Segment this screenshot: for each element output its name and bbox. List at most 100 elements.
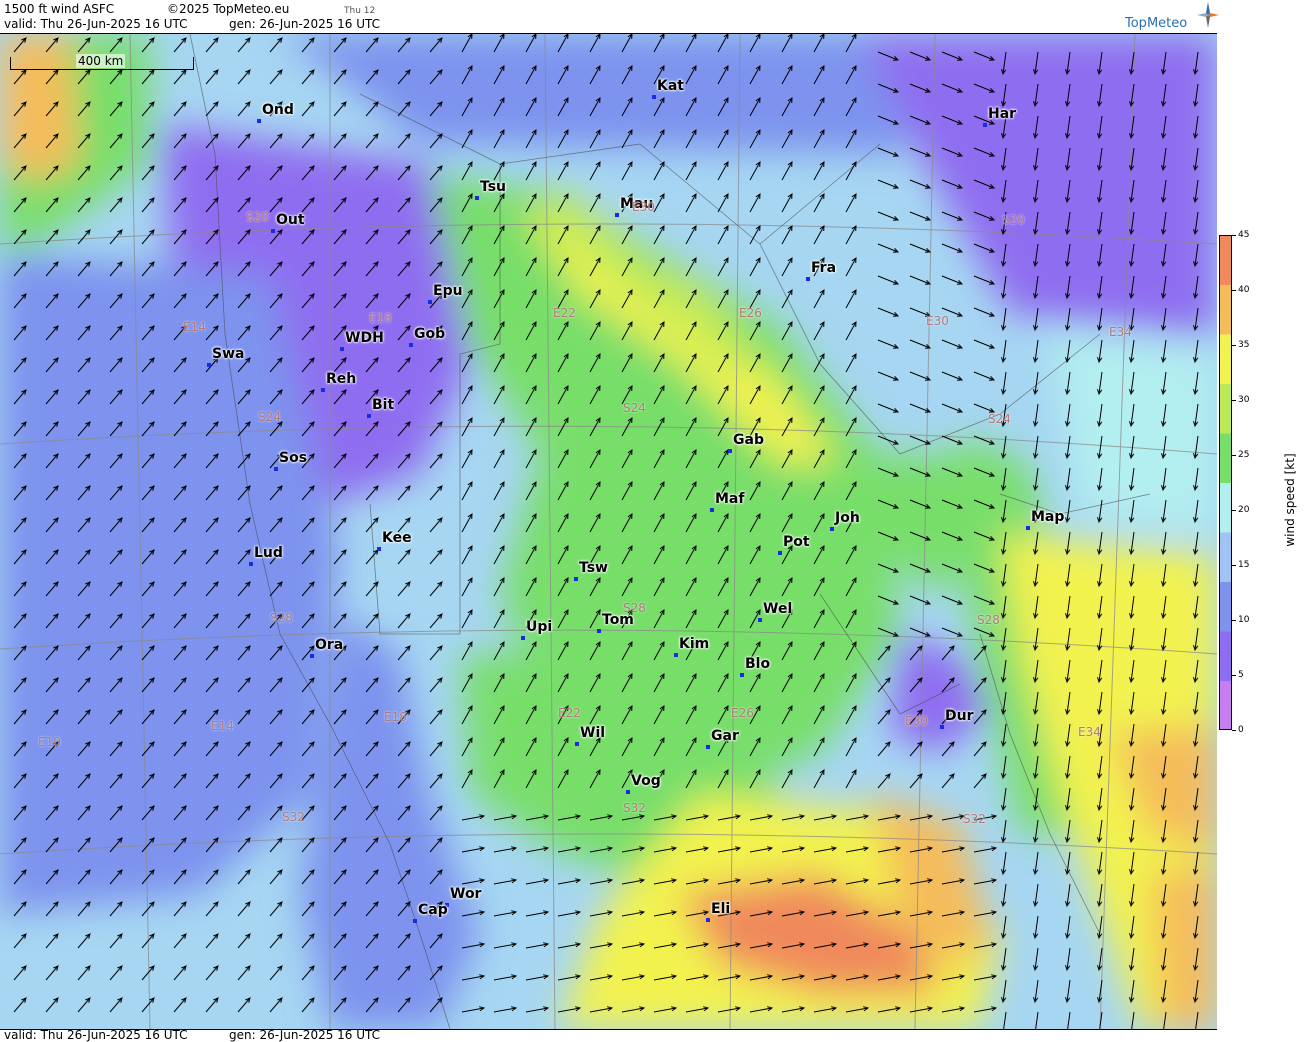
station-marker[interactable]: [706, 918, 710, 922]
graticule-label: E30: [926, 314, 949, 328]
station-marker[interactable]: [310, 654, 314, 658]
valid-time: valid: Thu 26-Jun-2025 16 UTC: [4, 17, 188, 31]
station-label: Gab: [733, 432, 764, 448]
copyright: ©2025 TopMeteo.eu: [167, 2, 290, 16]
station-label: Wil: [580, 725, 606, 741]
station-marker[interactable]: [706, 745, 710, 749]
station-marker[interactable]: [830, 527, 834, 531]
station-marker[interactable]: [271, 229, 275, 233]
station-marker[interactable]: [652, 95, 656, 99]
graticule-label: S32: [623, 801, 646, 815]
station-marker[interactable]: [1026, 526, 1030, 530]
legend-tick-mark: [1232, 235, 1236, 236]
station-marker[interactable]: [615, 213, 619, 217]
run-label: Thu 12: [344, 6, 376, 16]
station-marker[interactable]: [413, 919, 417, 923]
graticule-label: S28: [977, 613, 1000, 627]
station-marker[interactable]: [710, 508, 714, 512]
station-label: Kee: [382, 530, 412, 546]
station-marker[interactable]: [428, 300, 432, 304]
station-label: Upi: [526, 619, 553, 635]
wind-map[interactable]: 400 km Ond Kat Har Tsu Mau Out Fra Epu Gob WDH Swa…: [0, 33, 1217, 1030]
station-label: Gob: [414, 326, 446, 342]
graticule-label: S32: [963, 812, 986, 826]
graticule-label: S20: [246, 210, 269, 224]
station-marker[interactable]: [597, 629, 601, 633]
station-marker[interactable]: [475, 196, 479, 200]
station-label: Kat: [657, 78, 684, 94]
station-marker[interactable]: [409, 343, 413, 347]
legend-tick-mark: [1232, 400, 1236, 401]
legend-tick-mark: [1232, 620, 1236, 621]
scale-label: 400 km: [76, 54, 126, 68]
legend-tick-label: 0: [1238, 725, 1244, 735]
footer-valid-time: valid: Thu 26-Jun-2025 16 UTC: [4, 1028, 188, 1042]
map-title: 1500 ft wind ASFC: [4, 2, 115, 16]
station-marker[interactable]: [207, 363, 211, 367]
station-label: Maf: [715, 491, 745, 507]
wind-field-svg: [0, 34, 1217, 1029]
legend-tick-label: 25: [1238, 450, 1250, 460]
station-marker[interactable]: [249, 562, 253, 566]
legend-tick-mark: [1232, 675, 1236, 676]
station-label: Cap: [418, 902, 448, 918]
station-marker[interactable]: [940, 725, 944, 729]
station-label: Dur: [945, 708, 974, 724]
graticule-label: E18: [369, 311, 392, 325]
wind-zone-17: [1150, 864, 1217, 1029]
graticule-label: E30: [632, 200, 655, 214]
graticule-label: S28: [623, 601, 646, 615]
station-marker[interactable]: [728, 449, 732, 453]
station-marker[interactable]: [521, 636, 525, 640]
station-label: Har: [988, 106, 1017, 122]
graticule-label: S24: [258, 410, 281, 424]
station-label: WDH: [345, 330, 384, 346]
station-marker[interactable]: [340, 347, 344, 351]
compass-star-icon: [1197, 2, 1219, 28]
station-label: Reh: [326, 371, 357, 387]
station-label: Blo: [745, 656, 771, 672]
station-label: Out: [276, 212, 305, 228]
legend-tick-label: 5: [1238, 670, 1244, 680]
station-marker[interactable]: [674, 653, 678, 657]
legend-color-segment: [1219, 284, 1232, 335]
station-marker[interactable]: [778, 551, 782, 555]
station-marker[interactable]: [575, 742, 579, 746]
legend-color-segment: [1219, 581, 1232, 632]
station-marker[interactable]: [321, 388, 325, 392]
station-marker[interactable]: [758, 618, 762, 622]
legend-color-segment: [1219, 334, 1232, 384]
station-marker[interactable]: [274, 467, 278, 471]
graticule-label: E14: [211, 719, 234, 733]
station-marker[interactable]: [377, 547, 381, 551]
station-marker[interactable]: [257, 119, 261, 123]
topmeteo-logo[interactable]: TopMeteo: [1125, 16, 1187, 31]
legend-color-segment: [1219, 532, 1232, 582]
station-marker[interactable]: [983, 123, 987, 127]
station-marker[interactable]: [740, 673, 744, 677]
legend-color-segment: [1219, 235, 1232, 285]
station-label: Epu: [433, 283, 463, 299]
station-label: Map: [1031, 509, 1065, 525]
legend-tick-label: 15: [1238, 560, 1250, 570]
legend-color-segment: [1219, 680, 1232, 730]
station-label: Lud: [254, 545, 283, 561]
graticule-label: S24: [623, 401, 646, 415]
graticule-label: S24: [988, 412, 1011, 426]
station-label: Tsw: [579, 560, 608, 576]
station-label: Pot: [783, 534, 810, 550]
station-label: Bit: [372, 397, 395, 413]
station-marker[interactable]: [806, 277, 810, 281]
graticule-label: E18: [384, 710, 407, 724]
station-marker[interactable]: [574, 577, 578, 581]
graticule-label: S20: [1002, 213, 1025, 227]
legend-tick-label: 30: [1238, 395, 1250, 405]
station-label: Sos: [279, 450, 308, 466]
station-marker[interactable]: [367, 414, 371, 418]
graticule-label: E26: [731, 706, 754, 720]
wind-speed-colorbar: [1219, 235, 1232, 730]
legend-color-segment: [1219, 433, 1232, 483]
legend-color-segment: [1219, 482, 1232, 533]
station-marker[interactable]: [626, 790, 630, 794]
graticule-label: E10: [38, 735, 61, 749]
